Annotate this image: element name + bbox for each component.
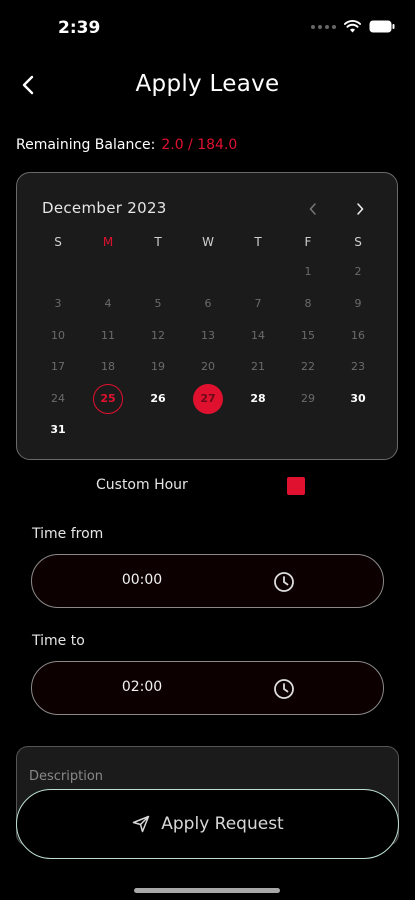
- calendar-day: 8: [304, 297, 312, 310]
- signal-dots-icon: [311, 24, 336, 29]
- calendar-day-selected[interactable]: 27: [193, 384, 223, 414]
- calendar-month-title: December 2023: [42, 199, 167, 217]
- calendar-day: 7: [254, 297, 262, 310]
- time-to-value: 02:00: [121, 679, 163, 695]
- calendar-day: 1: [304, 265, 312, 278]
- calendar-day: 19: [151, 360, 165, 373]
- battery-icon: [369, 20, 395, 33]
- weekday-header: M: [102, 235, 114, 249]
- calendar-day: 21: [251, 360, 265, 373]
- home-indicator: [134, 888, 280, 893]
- weekday-header: F: [304, 235, 312, 249]
- status-icons: [311, 20, 395, 33]
- calendar-day: 23: [351, 360, 365, 373]
- remaining-balance: Remaining Balance: 2.0 / 184.0: [16, 137, 237, 153]
- calendar-day[interactable]: 26: [143, 384, 173, 414]
- wifi-icon: [344, 20, 361, 33]
- time-to-label: Time to: [32, 633, 85, 649]
- apply-request-button[interactable]: Apply Request: [16, 789, 399, 859]
- prev-month-button[interactable]: [303, 199, 323, 219]
- calendar-day: 17: [51, 360, 65, 373]
- calendar-day[interactable]: 30: [343, 384, 373, 414]
- calendar-day: 11: [101, 329, 115, 342]
- calendar-day: 10: [51, 329, 65, 342]
- apply-request-label: Apply Request: [161, 814, 284, 834]
- calendar-day: 16: [351, 329, 365, 342]
- calendar-day: 18: [101, 360, 115, 373]
- calendar-day: 14: [251, 329, 265, 342]
- calendar: December 2023 S M T W T F S 1 2 3 4 5 6 7 8 9 10 11 12 13 14…: [16, 172, 398, 460]
- calendar-day-today[interactable]: 25: [93, 384, 123, 414]
- calendar-day: 5: [154, 297, 162, 310]
- time-from-picker[interactable]: 00:00: [31, 554, 384, 608]
- page-title: Apply Leave: [135, 71, 280, 97]
- weekday-header: S: [54, 235, 62, 249]
- custom-hour-checkbox[interactable]: [287, 477, 305, 495]
- calendar-day[interactable]: 28: [243, 384, 273, 414]
- calendar-day: 22: [301, 360, 315, 373]
- weekday-header: T: [154, 235, 162, 249]
- calendar-day: 15: [301, 329, 315, 342]
- time-from-label: Time from: [32, 526, 104, 542]
- next-month-button[interactable]: [350, 199, 370, 219]
- calendar-day: 20: [201, 360, 215, 373]
- calendar-day: 12: [151, 329, 165, 342]
- calendar-day: 4: [104, 297, 112, 310]
- description-placeholder: Description: [29, 769, 104, 784]
- clock-icon: [274, 572, 294, 592]
- chevron-right-icon: [357, 203, 364, 215]
- time-to-picker[interactable]: 02:00: [31, 661, 384, 715]
- balance-label: Remaining Balance:: [16, 137, 156, 153]
- calendar-day: 3: [54, 297, 62, 310]
- weekday-header: W: [202, 235, 214, 249]
- calendar-day: 13: [201, 329, 215, 342]
- custom-hour-label: Custom Hour: [96, 477, 188, 493]
- calendar-day: 24: [51, 392, 65, 405]
- calendar-day[interactable]: 31: [43, 415, 73, 445]
- calendar-day: 29: [301, 392, 315, 405]
- time-from-value: 00:00: [121, 572, 163, 588]
- send-icon: [133, 815, 150, 833]
- clock-icon: [274, 679, 294, 699]
- weekday-header: T: [254, 235, 262, 249]
- weekday-header: S: [354, 235, 362, 249]
- calendar-day: 6: [204, 297, 212, 310]
- calendar-day: 2: [354, 265, 362, 278]
- calendar-day: 9: [354, 297, 362, 310]
- status-time: 2:39: [58, 18, 101, 38]
- chevron-left-icon: [309, 203, 316, 215]
- balance-value: 2.0 / 184.0: [161, 137, 238, 153]
